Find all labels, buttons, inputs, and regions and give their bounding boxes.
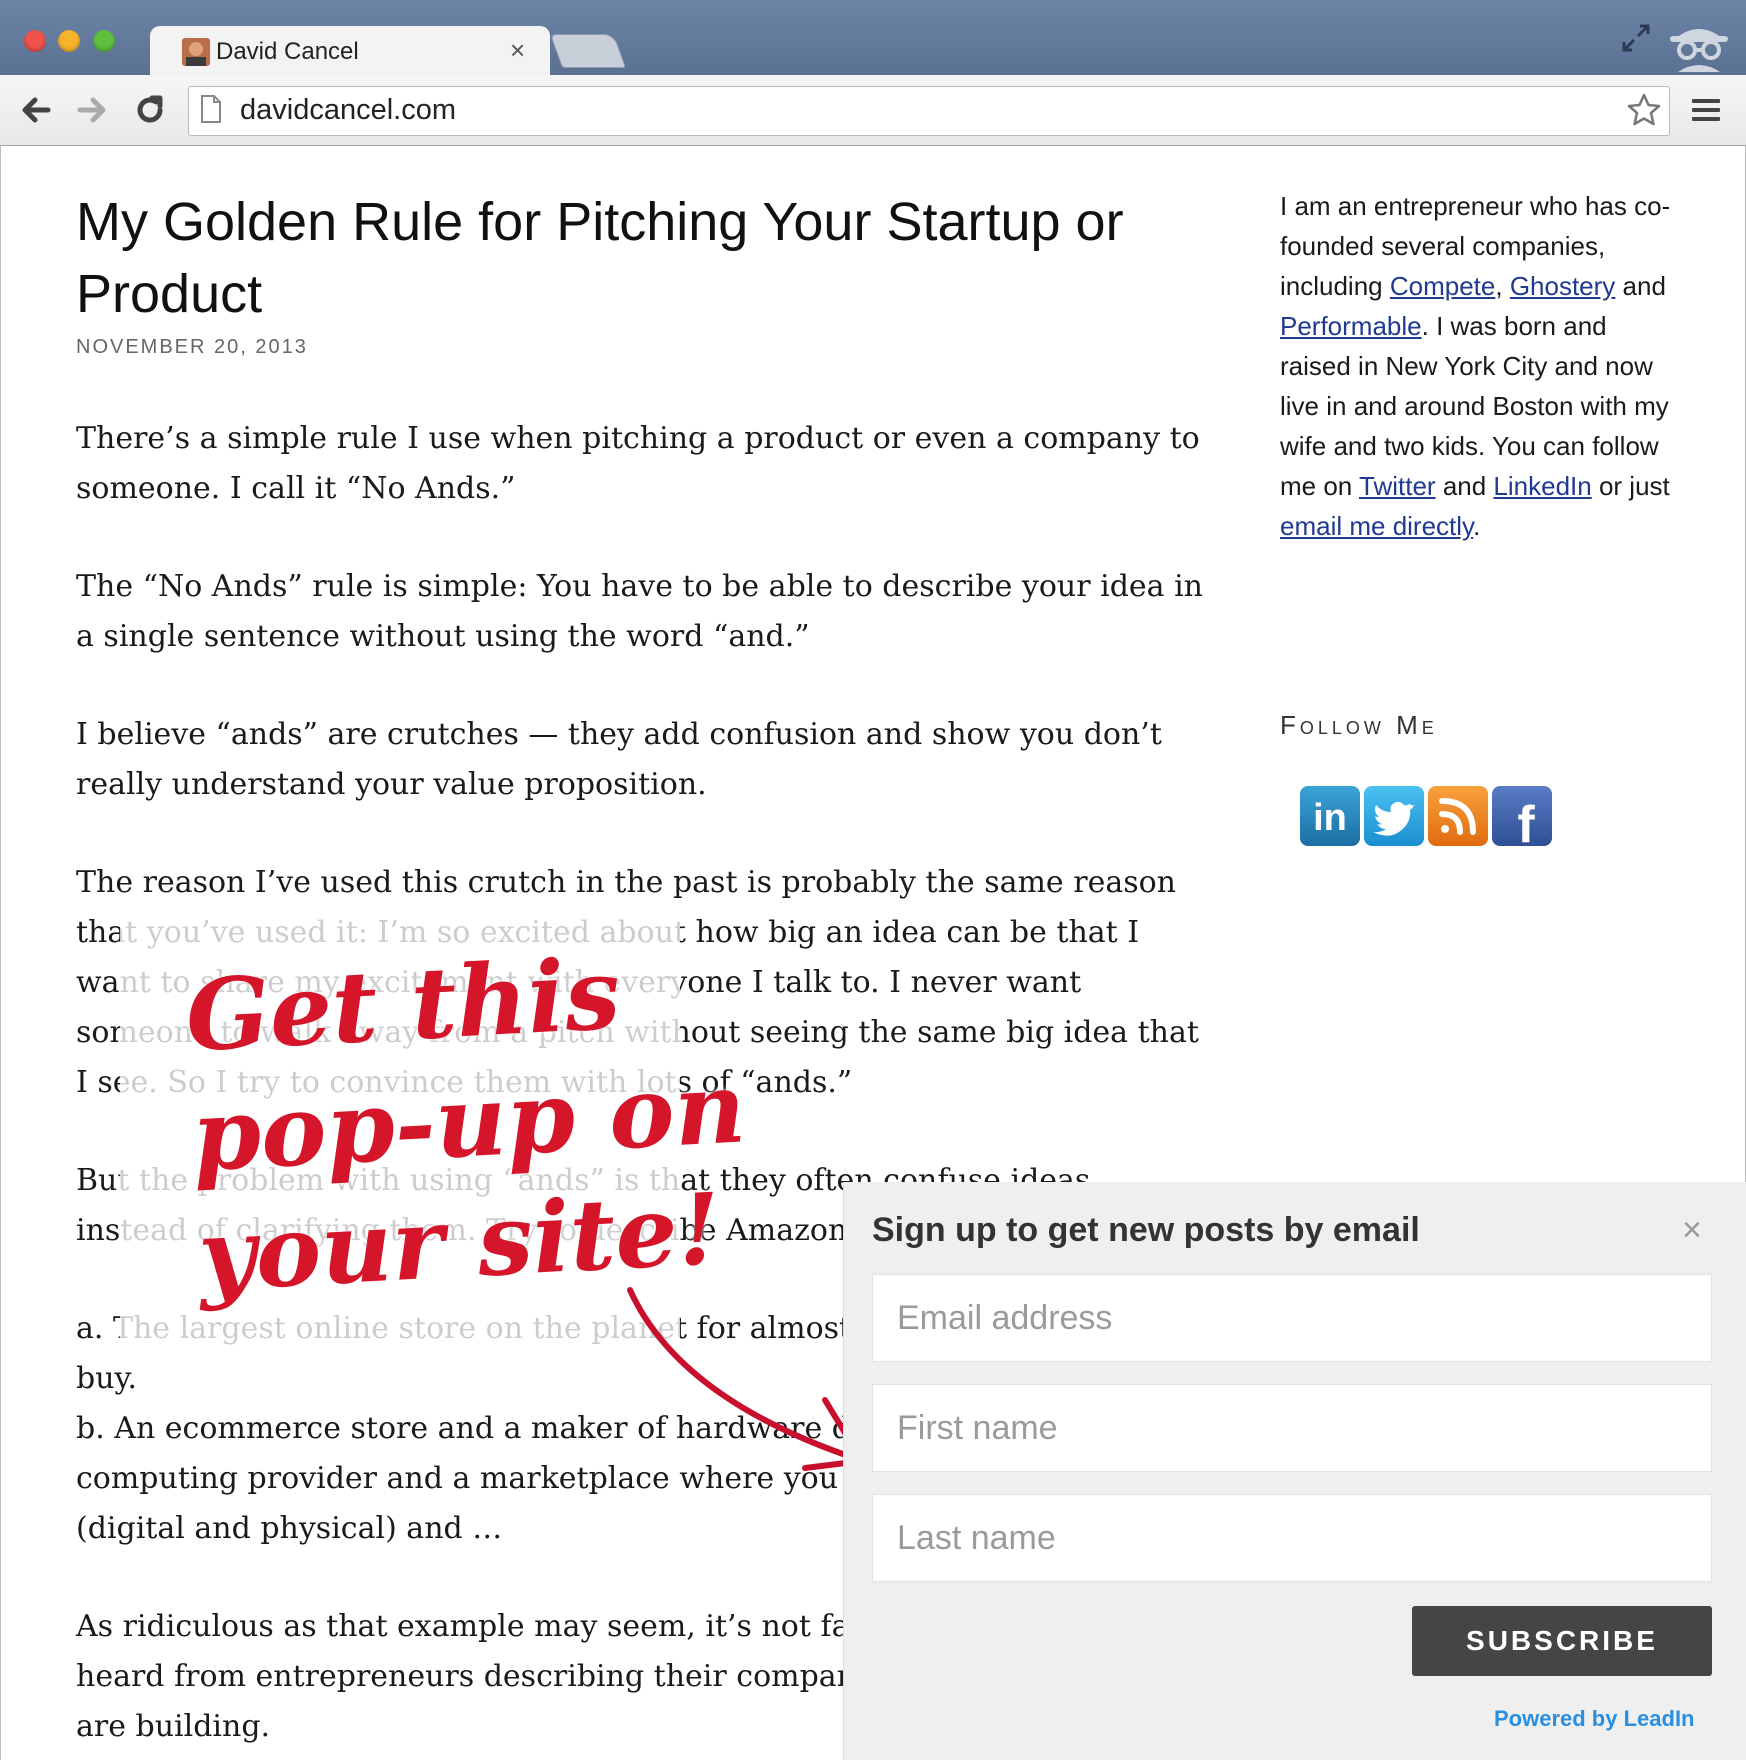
post-title: My Golden Rule for Pitching Your Startup… xyxy=(76,192,1124,324)
facebook-icon[interactable]: f xyxy=(1492,786,1552,854)
bio-text: . xyxy=(1473,511,1481,541)
forward-icon[interactable] xyxy=(74,92,110,128)
facebook-glyph: f xyxy=(1517,796,1535,846)
twitter-icon[interactable] xyxy=(1364,786,1424,846)
menu-icon[interactable] xyxy=(1690,94,1722,126)
tab-favicon xyxy=(182,38,210,66)
bio-text: and xyxy=(1435,471,1494,501)
popup-close-icon[interactable]: × xyxy=(1682,1206,1702,1254)
post-paragraph: I believe “ands” are crutches — they add… xyxy=(76,717,1162,802)
page-icon xyxy=(200,94,222,124)
performable-link[interactable]: Performable xyxy=(1280,311,1422,341)
bio-text: or just xyxy=(1591,471,1670,501)
post-date: NOVEMBER 20, 2013 xyxy=(76,336,308,358)
new-tab-button[interactable] xyxy=(549,34,627,68)
bio-text: , xyxy=(1495,271,1510,301)
close-window-button[interactable] xyxy=(24,30,46,52)
popup-title: Sign up to get new posts by email xyxy=(872,1211,1420,1249)
twitter-link[interactable]: Twitter xyxy=(1359,471,1436,501)
linkedin-glyph: in xyxy=(1313,797,1347,839)
rss-icon[interactable] xyxy=(1428,786,1488,846)
incognito-icon xyxy=(1664,16,1734,72)
last-name-field[interactable] xyxy=(872,1494,1712,1582)
sidebar-bio: I am an entrepreneur who has co-founded … xyxy=(1280,186,1680,546)
powered-by-link[interactable]: Powered by LeadIn xyxy=(1494,1706,1695,1732)
subscribe-button[interactable]: SUBSCRIBE xyxy=(1412,1606,1712,1676)
email-field[interactable] xyxy=(872,1274,1712,1362)
reload-icon[interactable] xyxy=(132,92,168,128)
bookmark-star-icon[interactable] xyxy=(1626,92,1662,128)
compete-link[interactable]: Compete xyxy=(1390,271,1496,301)
url-text[interactable]: davidcancel.com xyxy=(240,92,456,128)
follow-heading: Follow Me xyxy=(1280,710,1438,740)
email-link[interactable]: email me directly xyxy=(1280,511,1473,541)
linkedin-link[interactable]: LinkedIn xyxy=(1493,471,1591,501)
first-name-field[interactable] xyxy=(872,1384,1712,1472)
minimize-window-button[interactable] xyxy=(58,30,80,52)
tab-close-icon[interactable]: × xyxy=(510,34,525,66)
ghostery-link[interactable]: Ghostery xyxy=(1510,271,1616,301)
zoom-window-button[interactable] xyxy=(93,30,115,52)
back-icon[interactable] xyxy=(18,92,54,128)
fullscreen-icon[interactable] xyxy=(1620,22,1652,54)
tab-title: David Cancel xyxy=(216,38,359,65)
post-paragraph: There’s a simple rule I use when pitchin… xyxy=(76,421,1200,506)
bio-text: and xyxy=(1615,271,1666,301)
linkedin-icon[interactable]: in xyxy=(1300,786,1360,846)
post-paragraph: The “No Ands” rule is simple: You have t… xyxy=(76,569,1203,654)
